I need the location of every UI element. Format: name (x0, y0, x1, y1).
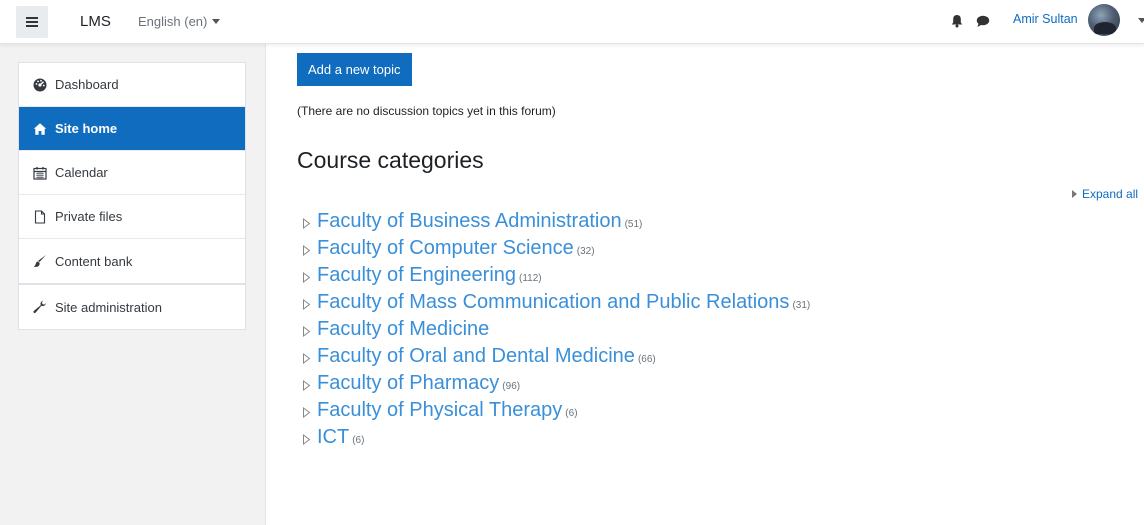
category-item[interactable]: Faculty of Engineering (112) (302, 264, 810, 291)
category-count: (96) (502, 381, 521, 392)
bell-icon[interactable] (950, 14, 964, 28)
expand-triangle-icon[interactable] (302, 218, 311, 229)
tachometer-icon (33, 78, 47, 91)
category-item[interactable]: ICT (6) (302, 426, 810, 453)
course-categories-heading: Course categories (297, 147, 484, 173)
sidebar-toggle-button[interactable] (16, 6, 48, 38)
category-name[interactable]: Faculty of Engineering (317, 264, 516, 287)
user-avatar[interactable] (1088, 4, 1120, 36)
hamburger-icon (26, 17, 38, 27)
triangle-right-icon (1072, 190, 1077, 198)
category-count: (51) (624, 219, 643, 230)
user-menu-caret-icon[interactable] (1138, 18, 1144, 23)
caret-down-icon (212, 19, 221, 24)
calendar-icon (33, 166, 47, 180)
category-name[interactable]: Faculty of Mass Communication and Public… (317, 291, 789, 314)
category-name[interactable]: Faculty of Medicine (317, 318, 489, 341)
sidebar-item-label: Site home (55, 121, 118, 136)
expand-triangle-icon[interactable] (302, 380, 311, 391)
category-item[interactable]: Faculty of Mass Communication and Public… (302, 291, 810, 318)
category-item[interactable]: Faculty of Computer Science (32) (302, 237, 810, 264)
home-icon (33, 122, 47, 135)
expand-triangle-icon[interactable] (302, 299, 311, 310)
expand-triangle-icon[interactable] (302, 326, 311, 337)
category-name[interactable]: ICT (317, 426, 349, 449)
main-content: Add a new topic (There are no discussion… (266, 44, 1144, 525)
category-list: Faculty of Business Administration (51) … (302, 210, 810, 453)
category-name[interactable]: Faculty of Physical Therapy (317, 399, 562, 422)
file-icon (34, 209, 46, 224)
category-item[interactable]: Faculty of Medicine (302, 318, 810, 345)
sidebar-item-label: Private files (55, 209, 123, 224)
no-topics-message: (There are no discussion topics yet in t… (297, 104, 556, 118)
wrench-icon (33, 300, 46, 314)
category-count: (66) (637, 354, 656, 365)
site-brand[interactable]: LMS (80, 13, 111, 30)
paintbrush-icon (33, 255, 46, 267)
expand-all-link[interactable]: Expand all (1072, 187, 1138, 201)
expand-triangle-icon[interactable] (302, 245, 311, 256)
expand-triangle-icon[interactable] (302, 272, 311, 283)
expand-triangle-icon[interactable] (302, 434, 311, 445)
category-count: (31) (792, 300, 811, 311)
category-count: (6) (565, 408, 578, 419)
expand-all-label: Expand all (1082, 187, 1139, 201)
category-item[interactable]: Faculty of Physical Therapy (6) (302, 399, 810, 426)
category-name[interactable]: Faculty of Computer Science (317, 237, 574, 260)
sidebar-item-label: Calendar (55, 165, 108, 180)
sidebar-item-calendar[interactable]: Calendar (19, 151, 245, 195)
sidebar-item-label: Content bank (55, 253, 133, 269)
sidebar-item-label: Dashboard (55, 77, 119, 92)
category-name[interactable]: Faculty of Pharmacy (317, 372, 499, 395)
category-name[interactable]: Faculty of Business Administration (317, 210, 622, 233)
sidebar-item-site-administration[interactable]: Site administration (19, 285, 245, 329)
user-name[interactable]: Amir Sultan (1013, 12, 1078, 26)
expand-triangle-icon[interactable] (302, 353, 311, 364)
language-label: English (en) (138, 14, 208, 29)
category-count: (32) (576, 246, 595, 257)
category-name[interactable]: Faculty of Oral and Dental Medicine (317, 345, 635, 368)
category-count: (6) (352, 435, 365, 446)
sidebar-item-content-bank[interactable]: Content bank (19, 239, 245, 283)
category-item[interactable]: Faculty of Business Administration (51) (302, 210, 810, 237)
top-navbar: LMS English (en) Amir Sultan (0, 0, 1144, 44)
language-menu[interactable]: English (en) (138, 14, 221, 29)
sidebar-item-label: Site administration (55, 299, 162, 315)
chat-icon[interactable] (976, 15, 990, 28)
sidebar-drawer: Dashboard Site home Calendar Private fil… (0, 44, 266, 525)
sidebar-item-private-files[interactable]: Private files (19, 195, 245, 239)
expand-triangle-icon[interactable] (302, 407, 311, 418)
category-count: (112) (519, 273, 542, 284)
add-topic-button[interactable]: Add a new topic (297, 53, 412, 86)
sidebar-item-site-home[interactable]: Site home (19, 107, 245, 151)
category-item[interactable]: Faculty of Pharmacy (96) (302, 372, 810, 399)
sidebar-admin-group: Site administration (18, 284, 246, 330)
category-item[interactable]: Faculty of Oral and Dental Medicine (66) (302, 345, 810, 372)
sidebar-nav-group: Dashboard Site home Calendar Private fil… (18, 62, 246, 284)
sidebar-item-dashboard[interactable]: Dashboard (19, 63, 245, 107)
